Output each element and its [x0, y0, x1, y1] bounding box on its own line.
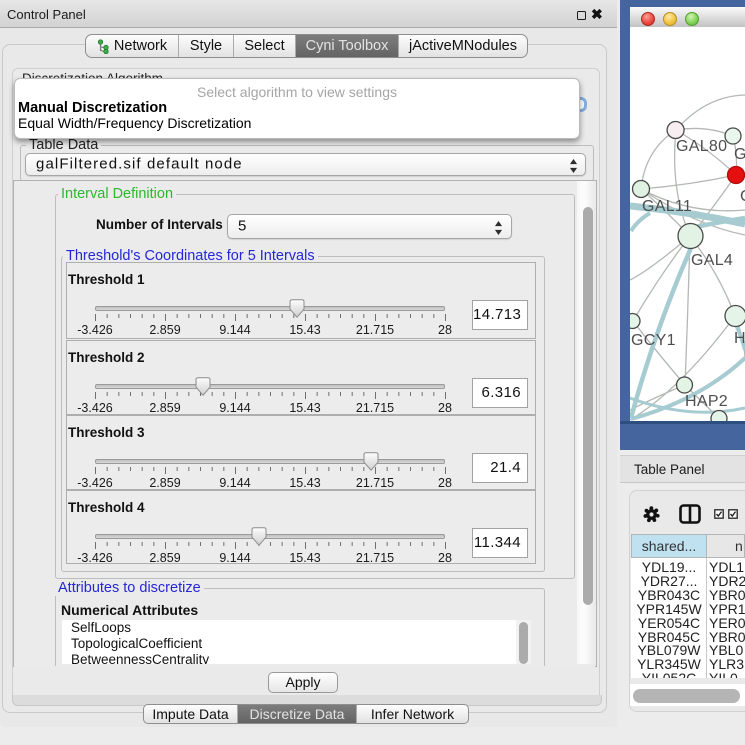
svg-text:H: H — [734, 330, 745, 347]
svg-text:GAL4: GAL4 — [691, 252, 733, 269]
svg-text:GAL80: GAL80 — [676, 138, 727, 155]
svg-text:HAP2: HAP2 — [685, 393, 728, 410]
svg-text:GCY1: GCY1 — [631, 332, 676, 349]
svg-text:GAL11: GAL11 — [642, 198, 692, 215]
svg-text:C: C — [740, 188, 745, 205]
svg-text:GA: GA — [734, 146, 745, 163]
